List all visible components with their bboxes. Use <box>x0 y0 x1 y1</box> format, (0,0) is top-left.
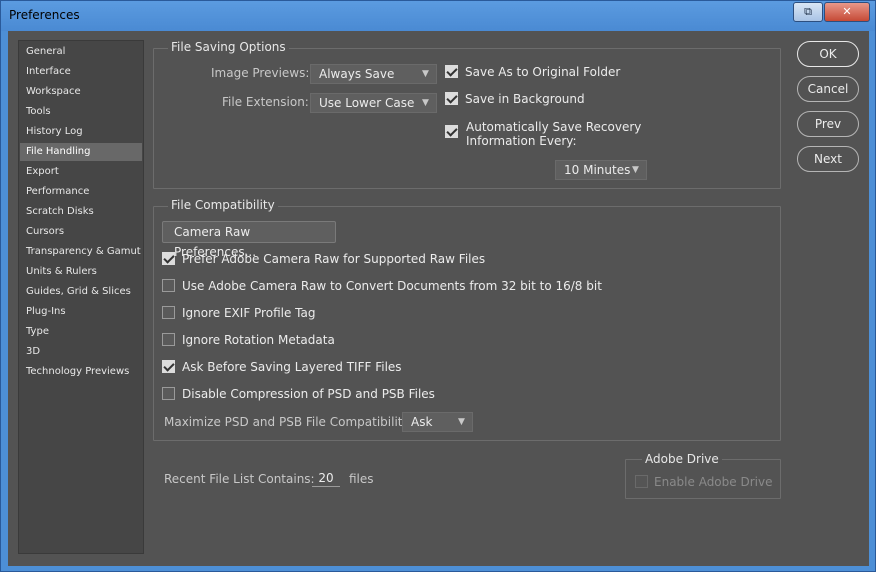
sidebar-item-interface[interactable]: Interface <box>20 63 142 81</box>
disable-compression-checkbox[interactable] <box>162 387 175 400</box>
save-as-original-label: Save As to Original Folder <box>465 65 621 79</box>
chevron-down-icon: ▼ <box>632 165 639 175</box>
save-in-background-label: Save in Background <box>465 92 585 106</box>
image-previews-select[interactable]: Always Save ▼ <box>310 64 437 84</box>
select-value: Ask <box>411 415 433 429</box>
image-previews-label: Image Previews: <box>211 66 310 80</box>
group-title: File Saving Options <box>168 40 289 54</box>
next-button[interactable]: Next <box>797 146 859 172</box>
use-acr-convert-label: Use Adobe Camera Raw to Convert Document… <box>182 279 602 293</box>
close-button[interactable]: ✕ <box>824 2 870 22</box>
auto-save-recovery-label-line1: Automatically Save Recovery <box>466 120 642 134</box>
sidebar-item-export[interactable]: Export <box>20 163 142 181</box>
select-value: Use Lower Case <box>319 96 415 110</box>
sidebar-item-transparency-gamut[interactable]: Transparency & Gamut <box>20 243 142 261</box>
ok-button[interactable]: OK <box>797 41 859 67</box>
sidebar-item-workspace[interactable]: Workspace <box>20 83 142 101</box>
prefer-acr-label: Prefer Adobe Camera Raw for Supported Ra… <box>182 252 486 266</box>
disable-compression-label: Disable Compression of PSD and PSB Files <box>182 387 435 401</box>
enable-adobe-drive-label: Enable Adobe Drive <box>654 475 773 489</box>
preferences-sidebar: General Interface Workspace Tools History Lo… <box>18 40 144 554</box>
ignore-exif-checkbox[interactable] <box>162 306 175 319</box>
use-acr-convert-checkbox[interactable] <box>162 279 175 292</box>
recent-file-list-label: Recent File List Contains: <box>164 472 315 486</box>
save-in-background-checkbox[interactable] <box>445 92 458 105</box>
auto-save-recovery-label-line2: Information Every: <box>466 134 577 148</box>
restore-button[interactable]: ⧉ <box>793 2 823 22</box>
select-value: Always Save <box>319 67 395 81</box>
sidebar-item-performance[interactable]: Performance <box>20 183 142 201</box>
maximize-compatibility-label: Maximize PSD and PSB File Compatibility: <box>164 415 413 429</box>
sidebar-item-history-log[interactable]: History Log <box>20 123 142 141</box>
sidebar-item-technology-previews[interactable]: Technology Previews <box>20 363 142 381</box>
ignore-exif-label: Ignore EXIF Profile Tag <box>182 306 316 320</box>
enable-adobe-drive-checkbox[interactable] <box>635 475 648 488</box>
recent-file-count-input[interactable] <box>312 469 340 487</box>
camera-raw-preferences-button[interactable]: Camera Raw Preferences... <box>162 221 336 259</box>
prev-button[interactable]: Prev <box>797 111 859 137</box>
auto-save-interval-select[interactable]: 10 Minutes ▼ <box>555 160 647 180</box>
sidebar-item-scratch-disks[interactable]: Scratch Disks <box>20 203 142 221</box>
close-icon: ✕ <box>842 5 852 18</box>
window-title: Preferences <box>9 8 80 22</box>
save-as-original-checkbox[interactable] <box>445 65 458 78</box>
sidebar-item-cursors[interactable]: Cursors <box>20 223 142 241</box>
title-bar: Preferences ⧉ ✕ <box>1 1 875 31</box>
chevron-down-icon: ▼ <box>458 417 465 427</box>
recent-file-suffix: files <box>349 472 374 486</box>
restore-icon: ⧉ <box>804 5 812 18</box>
preferences-window: Preferences ⧉ ✕ General Interface Workspac… <box>0 0 876 572</box>
sidebar-item-3d[interactable]: 3D <box>20 343 142 361</box>
sidebar-item-units-rulers[interactable]: Units & Rulers <box>20 263 142 281</box>
file-extension-label: File Extension: <box>222 95 309 109</box>
sidebar-item-guides-grid-slices[interactable]: Guides, Grid & Slices <box>20 283 142 301</box>
ask-tiff-label: Ask Before Saving Layered TIFF Files <box>182 360 402 374</box>
sidebar-item-tools[interactable]: Tools <box>20 103 142 121</box>
sidebar-item-general[interactable]: General <box>20 43 142 61</box>
ignore-rotation-checkbox[interactable] <box>162 333 175 346</box>
maximize-compatibility-select[interactable]: Ask ▼ <box>402 412 473 432</box>
sidebar-item-plug-ins[interactable]: Plug-Ins <box>20 303 142 321</box>
group-title: Adobe Drive <box>642 452 722 466</box>
ask-tiff-checkbox[interactable] <box>162 360 175 373</box>
auto-save-recovery-checkbox[interactable] <box>445 125 458 138</box>
prefer-acr-checkbox[interactable] <box>162 252 175 265</box>
sidebar-item-file-handling[interactable]: File Handling <box>20 143 142 161</box>
select-value: 10 Minutes <box>564 163 631 177</box>
file-extension-select[interactable]: Use Lower Case ▼ <box>310 93 437 113</box>
dialog-client-area: General Interface Workspace Tools History Lo… <box>8 31 869 566</box>
sidebar-item-type[interactable]: Type <box>20 323 142 341</box>
ignore-rotation-label: Ignore Rotation Metadata <box>182 333 335 347</box>
chevron-down-icon: ▼ <box>422 98 429 108</box>
cancel-button[interactable]: Cancel <box>797 76 859 102</box>
chevron-down-icon: ▼ <box>422 69 429 79</box>
group-title: File Compatibility <box>168 198 278 212</box>
